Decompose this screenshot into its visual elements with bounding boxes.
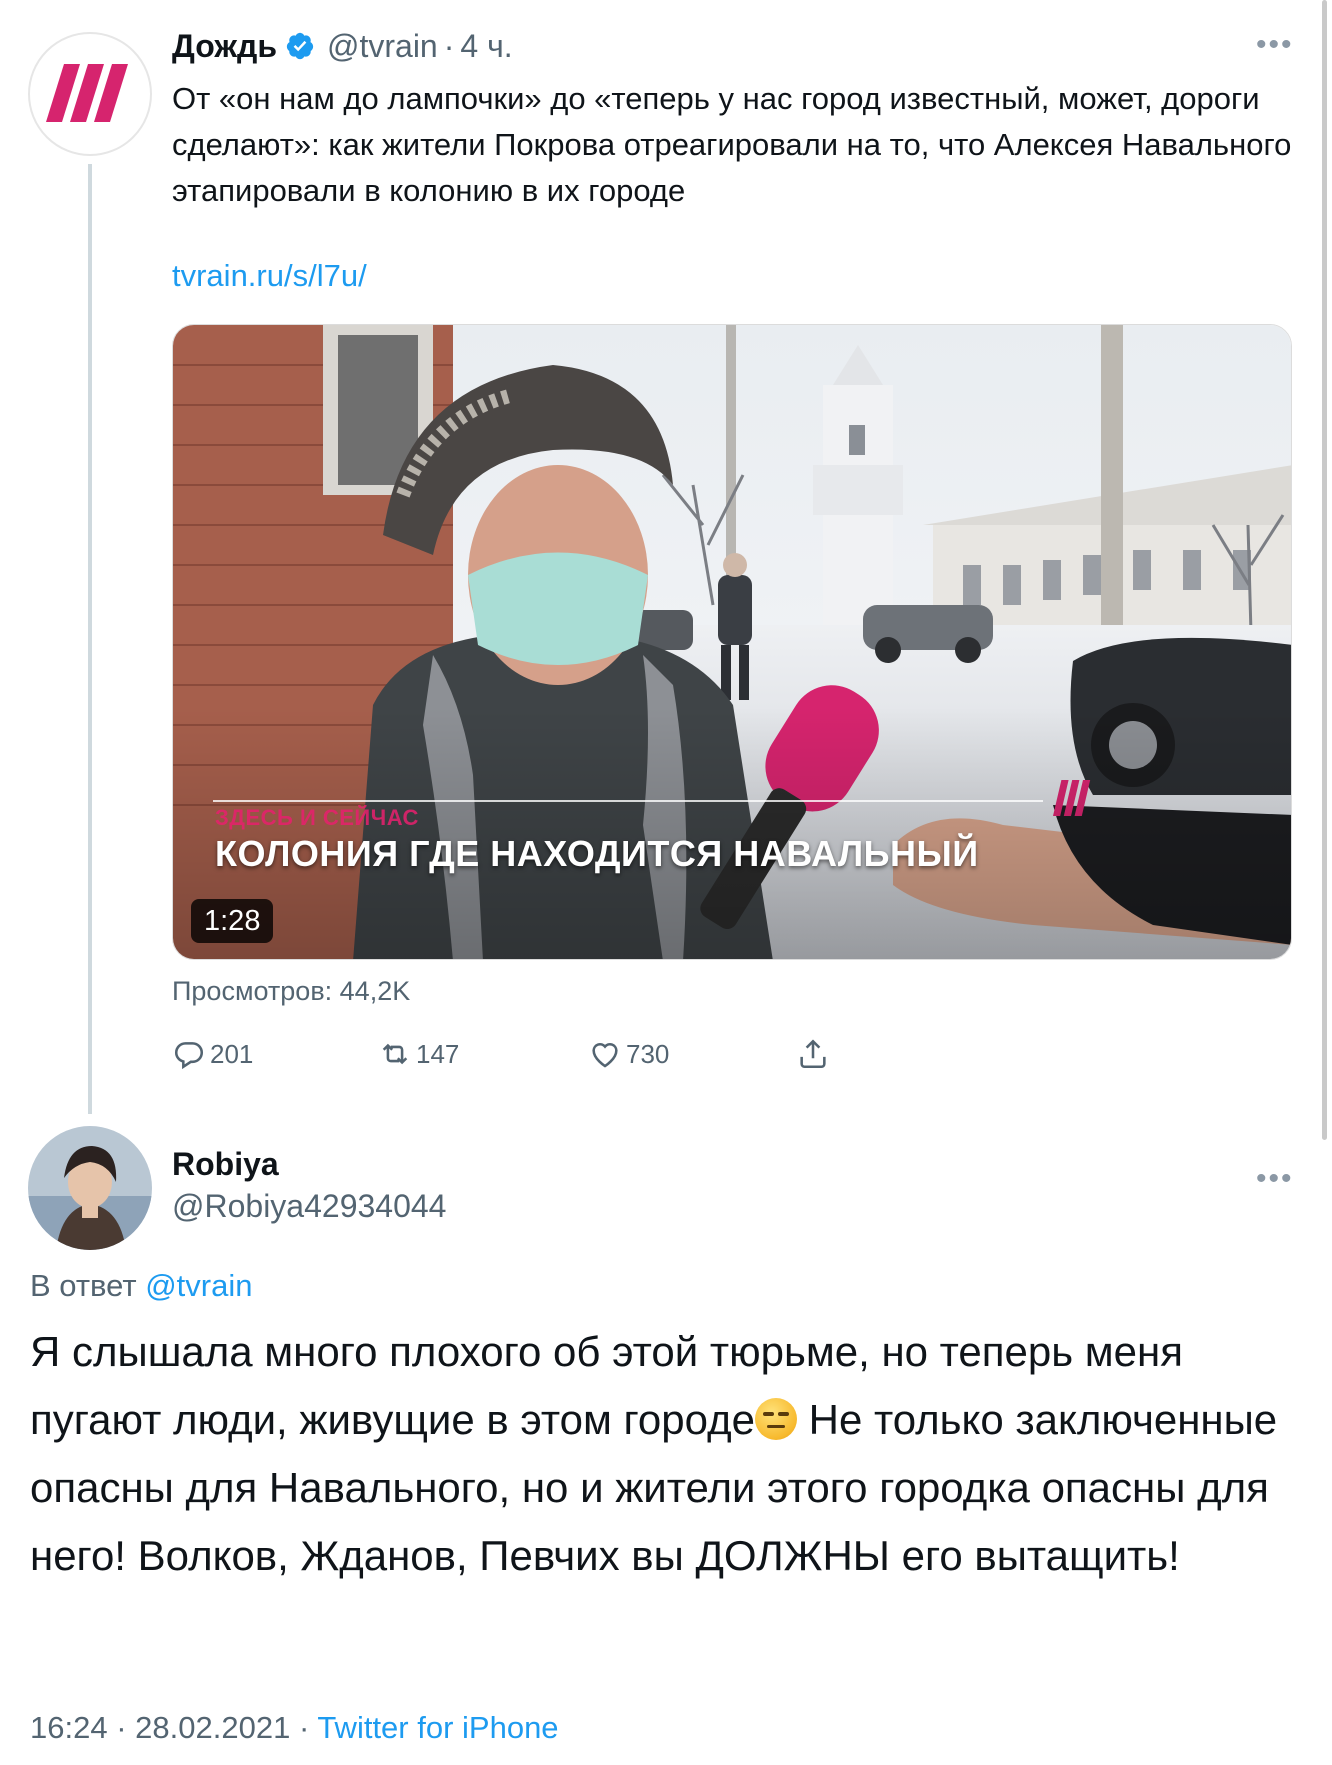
meta-separator: ·: [298, 1710, 310, 1745]
tweet-date[interactable]: 28.02.2021: [135, 1710, 290, 1745]
robiya-avatar[interactable]: [28, 1126, 152, 1250]
reply-count: 201: [210, 1038, 254, 1069]
tvrain-avatar[interactable]: [28, 32, 152, 156]
replying-to: В ответ @tvrain: [30, 1268, 252, 1304]
like-button[interactable]: 730: [588, 1032, 669, 1076]
reply-more-options-icon[interactable]: •••: [1256, 1162, 1294, 1196]
heart-icon: [592, 1042, 618, 1068]
more-options-icon[interactable]: •••: [1256, 28, 1294, 62]
share-button[interactable]: [796, 1032, 834, 1076]
video-caption-small: ЗДЕСЬ И СЕЙЧАС: [215, 805, 419, 830]
retweet-icon: [382, 1043, 408, 1065]
header-separator: ·: [443, 27, 455, 64]
video-caption-title: КОЛОНИЯ ГДЕ НАХОДИТСЯ НАВАЛЬНЫЙ: [215, 833, 979, 874]
thread-line: [88, 164, 92, 1114]
tweet-text: От «он нам до лампочки» до «теперь у нас…: [172, 81, 1292, 208]
reply-tweet-text: Я слышала много плохого об этой тюрьме, …: [30, 1318, 1320, 1590]
reply-icon: [174, 1042, 204, 1070]
author-handle[interactable]: @tvrain: [327, 28, 438, 65]
reply-author-name[interactable]: Robiya: [172, 1146, 279, 1183]
tweet-link[interactable]: tvrain.ru/s/l7u/: [172, 258, 367, 294]
expressionless-face-emoji-icon: [754, 1398, 797, 1440]
video-duration: 1:28: [191, 899, 274, 943]
meta-separator: ·: [116, 1710, 127, 1745]
verified-badge-icon: [285, 31, 315, 61]
tweet-time[interactable]: 16:24: [30, 1710, 108, 1745]
like-count: 730: [626, 1038, 670, 1069]
retweet-button[interactable]: 147: [378, 1032, 459, 1076]
retweet-count: 147: [416, 1038, 460, 1069]
reply-button[interactable]: 201: [172, 1032, 253, 1076]
video-player[interactable]: ЗДЕСЬ И СЕЙЧАС КОЛОНИЯ ГДЕ НАХОДИТСЯ НАВ…: [172, 324, 1292, 960]
author-name[interactable]: Дождь: [172, 28, 277, 65]
tweet-meta: 16:24 · 28.02.2021 · Twitter for iPhone: [30, 1710, 559, 1746]
replying-to-label: В ответ: [30, 1268, 137, 1303]
reply-author-handle[interactable]: @Robiya42934044: [172, 1188, 446, 1225]
share-icon: [800, 1039, 826, 1069]
scrollbar[interactable]: [1322, 0, 1327, 1140]
replying-to-mention[interactable]: @tvrain: [145, 1268, 252, 1303]
parent-tweet-header: Дождь @tvrain · 4 ч.: [172, 24, 513, 68]
tweet-client[interactable]: Twitter for iPhone: [317, 1710, 558, 1745]
view-count: Просмотров: 44,2K: [172, 976, 411, 1006]
tvrain-logo: [46, 64, 128, 122]
tweet-time[interactable]: 4 ч.: [460, 28, 512, 65]
